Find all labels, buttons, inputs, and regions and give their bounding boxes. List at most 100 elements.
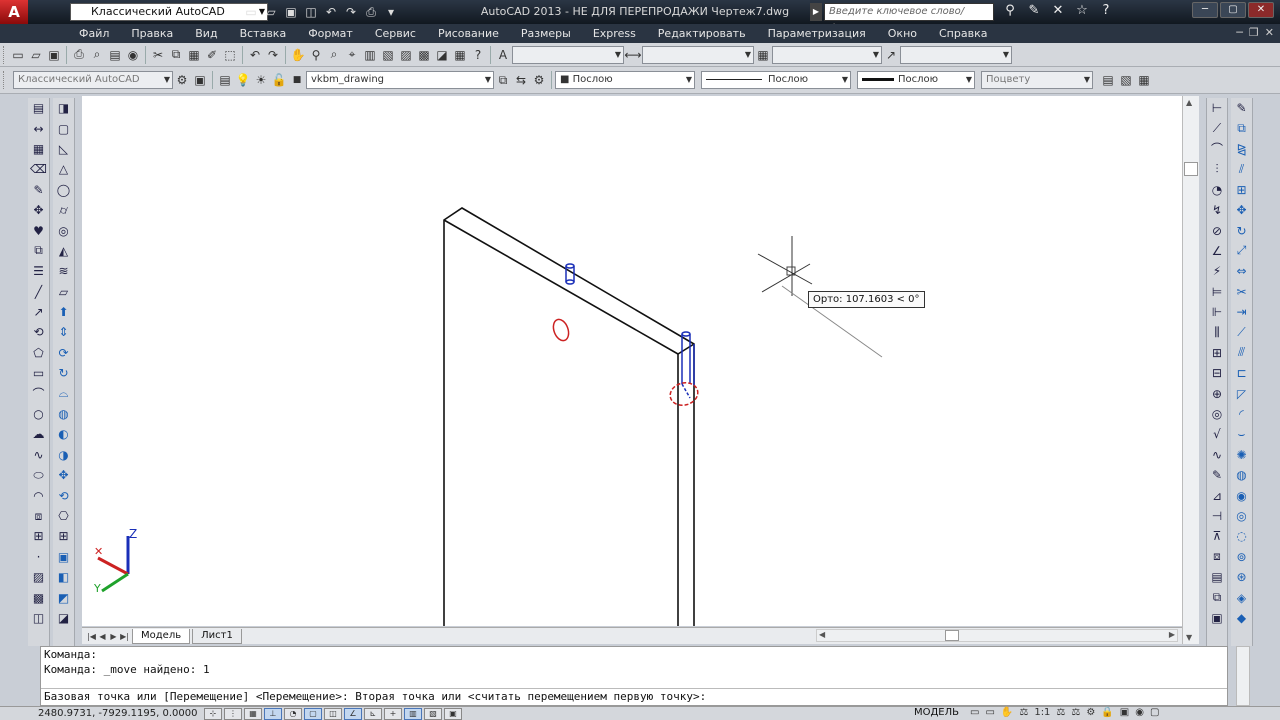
offset-face-icon[interactable]: ◌ — [1232, 526, 1252, 546]
dim-style-icon[interactable]: ⟷ — [624, 46, 642, 64]
menu-view[interactable]: Вид — [184, 27, 228, 40]
polygon-icon[interactable]: ⬠ — [29, 343, 49, 363]
dowel-corner[interactable] — [681, 331, 695, 399]
angular-icon[interactable]: ∠ — [1207, 241, 1227, 261]
undo-icon[interactable]: ↶ — [322, 3, 340, 21]
hatch-icon[interactable]: ▨ — [29, 567, 49, 587]
polyline-icon[interactable]: ⟲ — [29, 322, 49, 342]
helix-icon[interactable]: ≋ — [54, 261, 74, 281]
tab-layout1[interactable]: Лист1 — [192, 628, 242, 644]
copy-face-icon[interactable]: ◆ — [1232, 608, 1252, 628]
inspect-icon[interactable]: ◎ — [1207, 404, 1227, 424]
drawing-restore-button[interactable]: ❐ — [1249, 26, 1259, 39]
first-tab-icon[interactable]: |◀ — [86, 632, 97, 641]
qnew-icon[interactable]: ▭ — [9, 46, 27, 64]
menu-format[interactable]: Формат — [297, 27, 364, 40]
zoom-window-icon[interactable]: ⌕ — [325, 46, 343, 64]
dimension-icon[interactable]: ↔ — [29, 118, 49, 138]
paste-icon[interactable]: ▦ — [185, 46, 203, 64]
autocad-logo-icon[interactable]: A — [0, 0, 28, 24]
panel-outline[interactable] — [443, 207, 695, 626]
radius-icon[interactable]: ◔ — [1207, 180, 1227, 200]
tab-model[interactable]: Модель — [132, 628, 191, 644]
make-current-icon[interactable]: ⧉ — [494, 71, 512, 89]
quick-view-layouts-icon[interactable]: ▭ — [970, 707, 979, 718]
chamfer-icon[interactable]: ◸ — [1232, 383, 1252, 403]
properties-palette-icon[interactable]: ▦ — [1135, 71, 1153, 89]
command-window[interactable]: Команда: Команда: _move найдено: 1 Базов… — [40, 646, 1228, 706]
linetype-select[interactable]: Послою ▼ — [701, 71, 851, 89]
drawing-svg[interactable]: ✕ Z Y — [82, 96, 1182, 626]
list-icon[interactable]: ☰ — [29, 261, 49, 281]
mleader-style-icon[interactable]: ↗ — [882, 46, 900, 64]
clipboard-icon[interactable]: ▣ — [1207, 608, 1227, 628]
clean-screen-icon[interactable]: ▢ — [1150, 707, 1159, 718]
heart-icon[interactable]: ♥ — [29, 220, 49, 240]
aligned-dim-icon[interactable]: ⟋ — [1207, 118, 1227, 138]
array-icon[interactable]: ⊞ — [1232, 180, 1252, 200]
interfere-icon[interactable]: ◩ — [54, 587, 74, 607]
ducs-toggle[interactable]: ⊾ — [364, 707, 382, 720]
help-icon[interactable]: ? — [1096, 3, 1116, 18]
jogged-icon[interactable]: ↯ — [1207, 200, 1227, 220]
menu-draw[interactable]: Рисование — [427, 27, 510, 40]
scroll-up-icon[interactable]: ▲ — [1186, 98, 1192, 107]
otrack-toggle[interactable]: ∠ — [344, 707, 362, 720]
sheetset-icon[interactable]: ▩ — [415, 46, 433, 64]
save-icon[interactable]: ▣ — [282, 3, 300, 21]
lineweight-select[interactable]: Послою ▼ — [857, 71, 975, 89]
print-icon[interactable]: ⎙ — [362, 3, 380, 21]
quick-view-drawings-icon[interactable]: ▭ — [985, 707, 994, 718]
drawing-canvas[interactable]: ✕ Z Y — [82, 96, 1182, 626]
new-icon[interactable]: ▭ — [242, 3, 260, 21]
pyramid-icon[interactable]: ◭ — [54, 241, 74, 261]
delete-face-icon[interactable]: ⊚ — [1232, 547, 1252, 567]
text-style-select[interactable]: ▼ — [512, 45, 624, 64]
move-face-icon[interactable]: ◎ — [1232, 506, 1252, 526]
ortho-toggle[interactable]: ⊥ — [264, 707, 282, 720]
arc-icon[interactable]: ⌒ — [29, 383, 49, 403]
table-style-icon[interactable]: ▦ — [754, 46, 772, 64]
3d-rotate-icon[interactable]: ⟲ — [54, 485, 74, 505]
extend-icon[interactable]: ⇥ — [1232, 302, 1252, 322]
torus-icon[interactable]: ◎ — [54, 220, 74, 240]
save-icon[interactable]: ▣ — [45, 46, 63, 64]
dim-break-icon[interactable]: ⊞ — [1207, 343, 1227, 363]
menu-tools[interactable]: Сервис — [364, 27, 427, 40]
properties-icon[interactable]: ▥ — [361, 46, 379, 64]
more-icon[interactable]: ▾ — [382, 3, 400, 21]
scroll-right-icon[interactable]: ▶ — [1169, 630, 1175, 639]
section-plane-icon[interactable]: ▣ — [54, 547, 74, 567]
layer-select[interactable]: vkbm_drawing ▼ — [306, 71, 494, 89]
trim-icon[interactable]: ✂ — [1232, 282, 1252, 302]
shell-icon[interactable]: ◪ — [54, 608, 74, 628]
revcloud-icon[interactable]: ☁ — [29, 424, 49, 444]
fillet-icon[interactable]: ◜ — [1232, 404, 1252, 424]
redo-icon[interactable]: ↷ — [342, 3, 360, 21]
maximize-button[interactable]: ▢ — [1220, 2, 1246, 18]
prev-tab-icon[interactable]: ◀ — [97, 632, 108, 641]
wedge-icon[interactable]: ◺ — [54, 139, 74, 159]
pan-icon[interactable]: ✋ — [1001, 707, 1013, 718]
layer-icon[interactable]: ⧈ — [1207, 547, 1227, 567]
menu-edit[interactable]: Правка — [120, 27, 184, 40]
break-at-point-icon[interactable]: ⟋ — [1232, 322, 1252, 342]
sweep-icon[interactable]: ⟳ — [54, 343, 74, 363]
eraser-icon[interactable]: ⌫ — [29, 159, 49, 179]
paste-icon[interactable]: ⧉ — [1207, 587, 1227, 607]
workspace-select[interactable]: Классический AutoCAD ▼ — [70, 3, 268, 21]
menu-parametric[interactable]: Параметризация — [757, 27, 877, 40]
blend-icon[interactable]: ⌣ — [1232, 424, 1252, 444]
planar-surface-icon[interactable]: ▱ — [54, 282, 74, 302]
color-select[interactable]: ■ Послою ▼ — [555, 71, 695, 89]
cylinder-icon[interactable]: ⌭ — [54, 200, 74, 220]
paint-icon[interactable]: ▤ — [1207, 567, 1227, 587]
dyn-toggle[interactable]: + — [384, 707, 402, 720]
command-prompt[interactable]: Базовая точка или [Перемещение] <Перемещ… — [41, 688, 1227, 705]
dim-style-icon[interactable]: ⊣ — [1207, 506, 1227, 526]
horizontal-scrollbar[interactable]: ◀ ▶ — [816, 629, 1178, 642]
slice-icon[interactable]: ◧ — [54, 567, 74, 587]
search-input[interactable]: Введите ключевое слово/фразу — [824, 3, 994, 33]
infer-constraints-toggle[interactable]: ⊹ — [204, 707, 222, 720]
drawing-close-button[interactable]: ✕ — [1265, 26, 1274, 39]
